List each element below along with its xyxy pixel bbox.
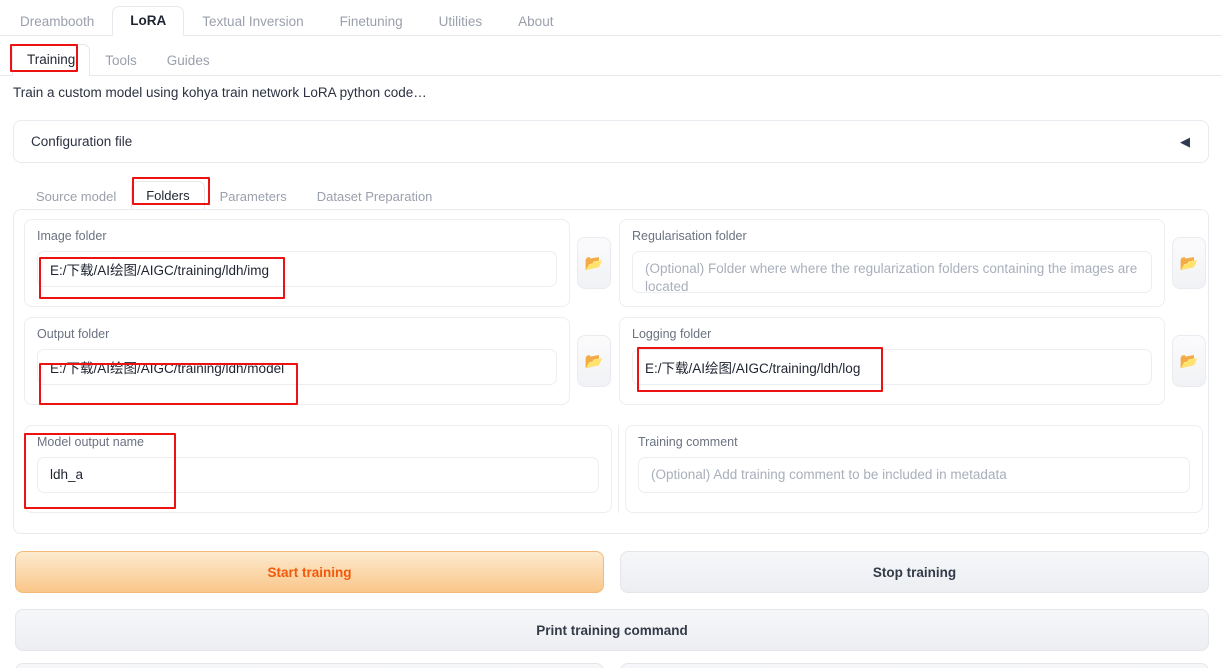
tab-training[interactable]: Training	[12, 43, 91, 76]
folders-tab-bar: Source model Folders Parameters Dataset …	[13, 178, 1209, 211]
print-training-command-button[interactable]: Print training command	[15, 609, 1209, 651]
training-comment-label: Training comment	[638, 435, 738, 449]
bottom-partial-button-right[interactable]	[620, 663, 1209, 668]
regularisation-folder-input[interactable]: (Optional) Folder where where the regula…	[632, 250, 1152, 293]
tab-training-label: Training	[27, 51, 76, 67]
tab-dreambooth-label: Dreambooth	[20, 13, 95, 29]
image-folder-label: Image folder	[37, 229, 107, 243]
configuration-file-accordion[interactable]: Configuration file ◀	[13, 120, 1209, 163]
tab-source-model-label: Source model	[36, 189, 117, 204]
start-training-label: Start training	[267, 564, 352, 580]
open-folder-icon: 📂	[584, 353, 604, 370]
model-output-name-label: Model output name	[37, 435, 145, 449]
image-folder-input[interactable]: E:/下载/AI绘图/AIGC/training/ldh/img	[37, 250, 557, 287]
training-comment-field: Training comment (Optional) Add training…	[625, 425, 1203, 513]
tab-folders[interactable]: Folders	[131, 181, 205, 211]
tab-about[interactable]: About	[500, 7, 571, 37]
folders-panel: Image folder E:/下载/AI绘图/AIGC/training/ld…	[13, 209, 1209, 534]
output-folder-browse-button[interactable]: 📂	[577, 335, 611, 387]
tab-guides[interactable]: Guides	[152, 45, 225, 77]
training-comment-input[interactable]: (Optional) Add training comment to be in…	[638, 456, 1190, 493]
model-output-name-input[interactable]: ldh_a	[37, 456, 599, 493]
tab-utilities[interactable]: Utilities	[421, 7, 501, 37]
tab-tools-label: Tools	[105, 52, 137, 68]
tab-source-model[interactable]: Source model	[21, 182, 131, 211]
tab-lora[interactable]: LoRA	[112, 5, 185, 36]
bottom-partial-button-left[interactable]	[15, 663, 604, 668]
intro-text: Train a custom model using kohya train n…	[13, 85, 427, 100]
logging-folder-field: Logging folder E:/下载/AI绘图/AIGC/training/…	[619, 317, 1165, 405]
regularisation-folder-browse-button[interactable]: 📂	[1172, 237, 1206, 289]
tab-lora-label: LoRA	[130, 12, 167, 28]
print-training-command-label: Print training command	[536, 622, 688, 638]
output-folder-label: Output folder	[37, 327, 110, 341]
tab-guides-label: Guides	[166, 52, 210, 68]
tab-tools[interactable]: Tools	[90, 45, 152, 77]
logging-folder-browse-button[interactable]: 📂	[1172, 335, 1206, 387]
kohya-ss-gui-window: Dreambooth LoRA Textual Inversion Finetu…	[0, 0, 1222, 668]
collapse-left-arrow-icon[interactable]: ◀	[1180, 135, 1190, 148]
regularisation-folder-label: Regularisation folder	[632, 229, 747, 243]
tab-textual-inversion-label: Textual Inversion	[202, 13, 304, 29]
row-divider	[618, 425, 619, 513]
primary-tab-bar: Dreambooth LoRA Textual Inversion Finetu…	[0, 0, 1222, 36]
start-training-button[interactable]: Start training	[15, 551, 604, 593]
model-output-name-field: Model output name ldh_a	[24, 425, 612, 513]
logging-folder-label: Logging folder	[632, 327, 712, 341]
tab-dreambooth[interactable]: Dreambooth	[2, 7, 112, 37]
tab-finetuning[interactable]: Finetuning	[322, 7, 421, 37]
tab-about-label: About	[518, 13, 554, 29]
stop-training-button[interactable]: Stop training	[620, 551, 1209, 593]
image-folder-field: Image folder E:/下载/AI绘图/AIGC/training/ld…	[24, 219, 570, 307]
tab-finetuning-label: Finetuning	[339, 13, 403, 29]
open-folder-icon: 📂	[1179, 255, 1199, 272]
output-folder-field: Output folder E:/下载/AI绘图/AIGC/training/l…	[24, 317, 570, 405]
open-folder-icon: 📂	[1179, 353, 1199, 370]
tab-parameters[interactable]: Parameters	[205, 182, 302, 211]
stop-training-label: Stop training	[872, 564, 957, 580]
open-folder-icon: 📂	[584, 255, 604, 272]
tab-dataset-preparation[interactable]: Dataset Preparation	[302, 182, 448, 211]
regularisation-folder-field: Regularisation folder (Optional) Folder …	[619, 219, 1165, 307]
tab-parameters-label: Parameters	[219, 189, 287, 204]
tab-textual-inversion[interactable]: Textual Inversion	[184, 7, 321, 37]
configuration-file-label: Configuration file	[31, 134, 133, 149]
output-folder-input[interactable]: E:/下载/AI绘图/AIGC/training/ldh/model	[37, 348, 557, 385]
tab-folders-label: Folders	[146, 188, 190, 203]
tab-dataset-preparation-label: Dataset Preparation	[316, 189, 433, 204]
image-folder-browse-button[interactable]: 📂	[577, 237, 611, 289]
logging-folder-input[interactable]: E:/下载/AI绘图/AIGC/training/ldh/log	[632, 348, 1152, 385]
tab-utilities-label: Utilities	[438, 13, 483, 29]
secondary-tab-bar: Training Tools Guides	[0, 36, 1222, 76]
